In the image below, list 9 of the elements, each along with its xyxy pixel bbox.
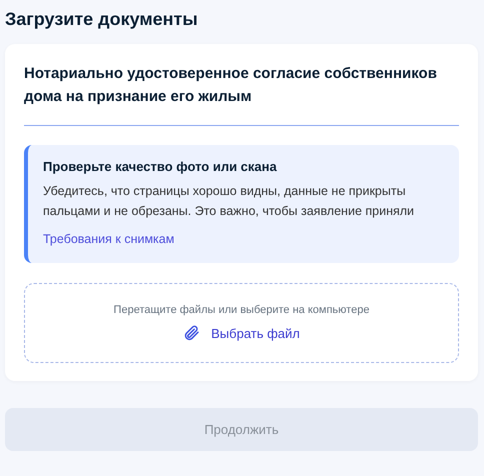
notice-title: Проверьте качество фото или скана [43, 159, 278, 174]
choose-file-button[interactable]: Выбрать файл [183, 324, 300, 342]
notice-text: Убедитесь, что страницы хорошо видны, данные не прикрыты пальцами и не обрезаны. Это важно, чтобы заявление приняли [43, 183, 416, 220]
paperclip-icon [183, 324, 202, 342]
upload-hint: Перетащите файлы или выберите на компьютере [114, 304, 370, 316]
requirements-link[interactable]: Требования к снимкам [43, 232, 174, 246]
page-title: Загрузите документы [5, 8, 199, 31]
document-title: Нотариально удостоверенное согласие собственников дома на признание его жилым [24, 62, 459, 126]
file-drop-zone[interactable]: Перетащите файлы или выберите на компьютере Выбрать файл [24, 283, 459, 363]
